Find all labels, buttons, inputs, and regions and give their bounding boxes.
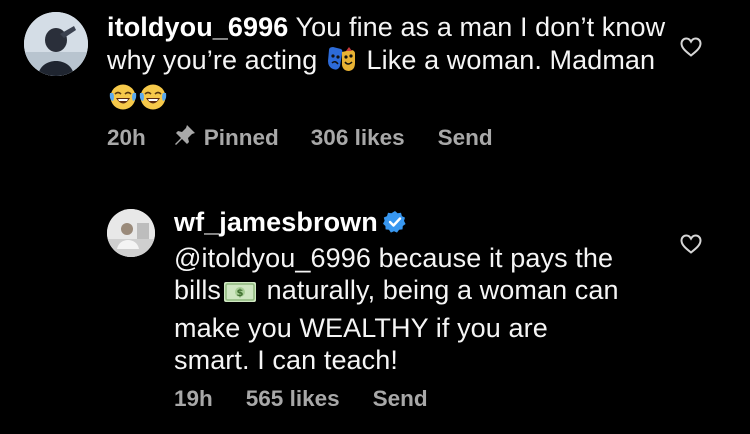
verified-badge-icon: [382, 209, 407, 242]
comment-2: wf_jamesbrown @itoldyou_6996 because it …: [0, 200, 750, 434]
pin-icon: [174, 124, 196, 152]
mention-link[interactable]: @itoldyou_6996: [174, 243, 371, 273]
comment-meta: 19h 565 likes Send: [174, 386, 428, 412]
likes-count[interactable]: 565 likes: [246, 386, 340, 412]
comment-meta: 20h Pinned 306 likes Send: [107, 124, 493, 152]
comment-time: 20h: [107, 125, 146, 150]
like-heart-icon[interactable]: [680, 234, 702, 254]
avatar-photo-icon: [24, 12, 88, 76]
comment-time: 19h: [174, 386, 213, 411]
tears-of-joy-icon: [109, 83, 167, 119]
pinned-label: Pinned: [203, 125, 279, 150]
dollar-banknote-icon: $: [223, 279, 257, 312]
likes-count[interactable]: 306 likes: [311, 125, 405, 151]
performing-arts-icon: [327, 46, 357, 82]
comment-text: itoldyou_6996 You fine as a man I don’t …: [107, 11, 667, 119]
svg-text:$: $: [236, 288, 243, 299]
comment-body-part2: Like a woman. Madman: [366, 44, 656, 75]
like-heart-icon[interactable]: [680, 37, 702, 57]
send-button[interactable]: Send: [373, 386, 428, 412]
comment-username[interactable]: wf_jamesbrown: [174, 207, 378, 237]
comment-text: wf_jamesbrown @itoldyou_6996 because it …: [174, 206, 624, 377]
avatar[interactable]: [24, 12, 88, 76]
send-button[interactable]: Send: [438, 125, 493, 151]
avatar[interactable]: [107, 209, 155, 257]
comment-username[interactable]: itoldyou_6996: [107, 12, 288, 42]
comment-1: itoldyou_6996 You fine as a man I don’t …: [0, 0, 750, 170]
avatar-photo-icon: [107, 209, 155, 257]
